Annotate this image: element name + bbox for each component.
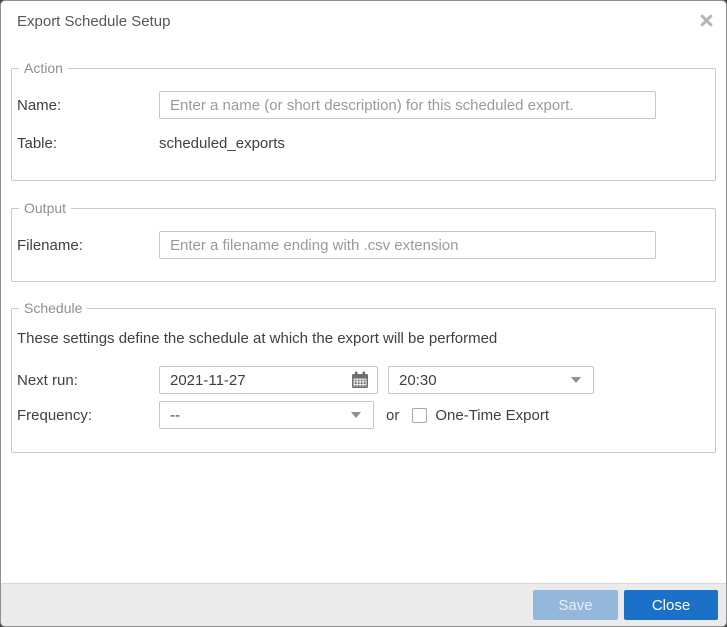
name-label: Name: xyxy=(17,96,62,114)
dialog-footer: Save Close xyxy=(1,583,726,626)
chevron-down-icon xyxy=(571,377,581,383)
or-label: or xyxy=(386,406,400,424)
one-time-label: One-Time Export xyxy=(435,406,549,424)
save-button[interactable]: Save xyxy=(533,590,618,620)
next-run-label: Next run: xyxy=(17,371,78,389)
action-section: Action Name: Table: scheduled_exports xyxy=(11,60,716,181)
frequency-label: Frequency: xyxy=(17,406,93,424)
next-run-row: Next run: 2021-11-27 20:30 xyxy=(17,366,701,394)
schedule-legend: Schedule xyxy=(24,300,83,316)
next-run-time-value: 20:30 xyxy=(399,371,437,389)
calendar-button[interactable] xyxy=(343,367,377,393)
filename-row: Filename: xyxy=(17,231,701,259)
calendar-icon xyxy=(352,371,368,388)
schedule-description: These settings define the schedule at wh… xyxy=(17,330,498,347)
next-run-time-select[interactable]: 20:30 xyxy=(388,366,594,394)
name-input[interactable] xyxy=(159,91,656,119)
output-section: Output Filename: xyxy=(11,200,716,282)
dialog-title: Export Schedule Setup xyxy=(17,13,171,30)
output-legend: Output xyxy=(24,200,67,216)
filename-input[interactable] xyxy=(159,231,656,259)
frequency-row: Frequency: -- or One-Time Export xyxy=(17,401,701,429)
schedule-section: Schedule These settings define the sched… xyxy=(11,300,716,453)
table-value: scheduled_exports xyxy=(159,134,285,152)
chevron-down-icon xyxy=(351,412,361,418)
next-run-date-field[interactable] xyxy=(159,366,378,394)
close-button[interactable] xyxy=(697,11,715,29)
close-button-footer[interactable]: Close xyxy=(624,590,718,620)
action-legend: Action xyxy=(24,60,63,76)
one-time-checkbox[interactable] xyxy=(412,407,428,423)
name-row: Name: xyxy=(17,91,701,119)
frequency-select[interactable]: -- xyxy=(159,401,374,429)
frequency-value: -- xyxy=(170,406,180,424)
table-label: Table: xyxy=(17,134,58,152)
table-row: Table: scheduled_exports xyxy=(17,133,701,153)
filename-label: Filename: xyxy=(17,236,83,254)
next-run-date-input[interactable] xyxy=(160,371,343,389)
export-schedule-dialog: Export Schedule Setup Action Name: Table… xyxy=(0,0,727,627)
